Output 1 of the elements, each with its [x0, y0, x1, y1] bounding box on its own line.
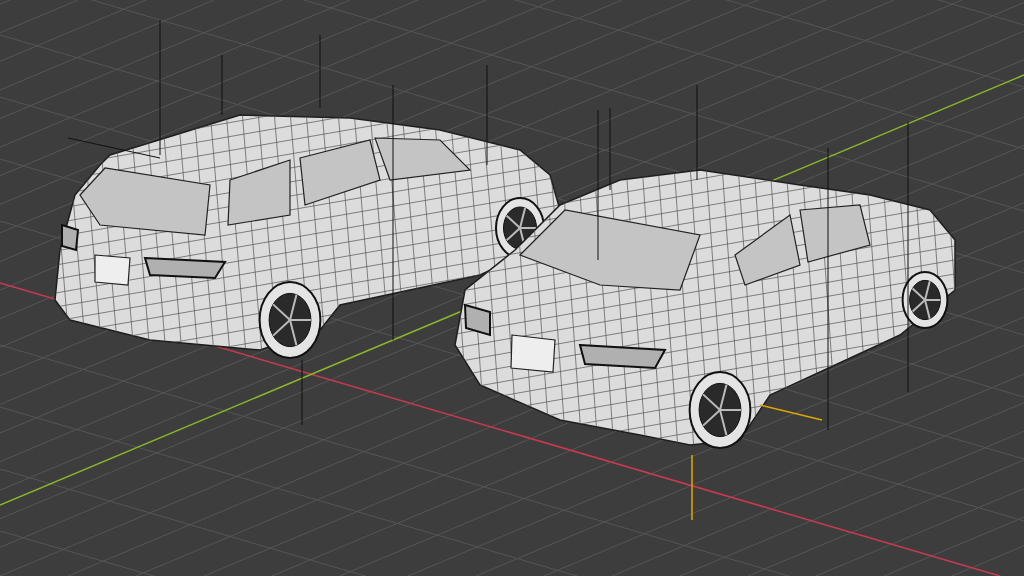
3d-viewport[interactable] — [0, 0, 1024, 576]
